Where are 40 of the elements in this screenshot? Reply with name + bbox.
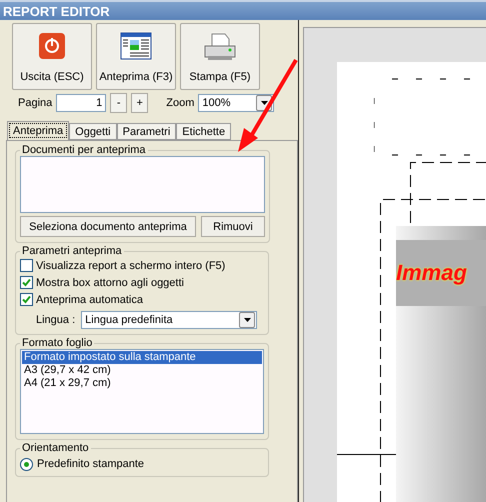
tab[interactable]: Oggetti [69,123,117,140]
next-page-button[interactable]: + [131,93,148,113]
list-item[interactable]: A3 (29,7 x 42 cm) [22,364,262,377]
radio-button[interactable] [20,458,33,470]
previous-page-button[interactable]: - [110,93,128,113]
list-item[interactable]: A4 (21 x 29,7 cm) [22,377,262,390]
group-title: Parametri anteprima [21,245,123,257]
checkbox[interactable] [20,259,33,272]
list-item[interactable]: Formato impostato sulla stampante [22,351,262,364]
documents-list[interactable] [20,156,265,213]
checkbox-label: Anteprima automatica [36,294,143,306]
group-title: Orientamento [21,442,90,454]
page-field[interactable]: 1 [56,94,106,112]
checkbox-label: Mostra box attorno agli oggetti [36,276,184,288]
radio-label: Predefinito stampante [37,458,144,470]
image-title: Immag [396,260,467,286]
remove-button[interactable]: Rimuovi [201,216,265,237]
zoom-dropdown[interactable]: 100% [198,94,274,112]
toolbar-button[interactable]: Anteprima (F3) [96,23,176,90]
caret-icon [260,101,268,105]
zoom-label: Zoom [166,97,194,109]
checkbox[interactable] [20,293,33,306]
tab[interactable]: Parametri [116,123,176,140]
page-label: Pagina [18,97,52,109]
power-icon [38,32,66,60]
printer-icon [203,32,237,62]
group-title: Formato foglio [21,337,94,349]
language-label: Lingua : [36,314,76,326]
caret-icon [244,318,251,322]
checkbox-label: Visualizza report a schermo intero (F5) [36,260,226,272]
window-title: REPORT EDITOR [3,4,110,18]
tab[interactable]: Anteprima [7,121,70,140]
language-dropdown[interactable]: Lingua predefinita [81,311,258,329]
toolbar-button[interactable]: Uscita (ESC) [12,23,92,90]
group-title: Documenti per anteprima [21,144,147,156]
tab[interactable]: Etichette [176,123,232,140]
select-document-button[interactable]: Seleziona documento anteprima [20,216,196,237]
toolbar-button[interactable]: Stampa (F5) [180,23,260,90]
window-icon [120,32,152,60]
checkbox[interactable] [20,276,33,289]
